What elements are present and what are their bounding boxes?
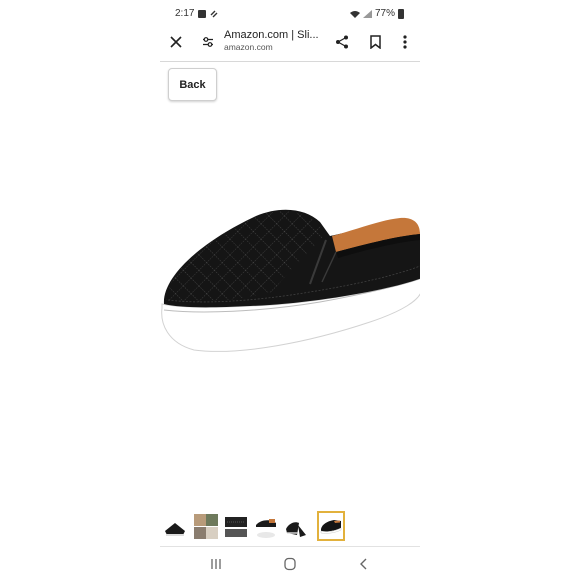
status-bar: 2:17 77% <box>160 0 420 26</box>
home-icon[interactable] <box>282 557 298 571</box>
status-time: 2:17 <box>175 8 195 19</box>
signal-icon <box>362 9 372 18</box>
share-icon[interactable] <box>332 32 352 52</box>
page-title-area[interactable]: Amazon.com | Sli... amazon.com <box>224 29 328 52</box>
thumbnail-4[interactable] <box>253 513 279 541</box>
thumbnail-3[interactable] <box>223 513 249 541</box>
thumbnail-strip <box>160 511 420 545</box>
back-nav-icon[interactable] <box>356 557 372 571</box>
phone-screen: 2:17 77% Amazon.com | Sli... amazon.com … <box>160 0 420 580</box>
thumbnail-5[interactable] <box>283 513 309 541</box>
status-time-group: 2:17 <box>175 8 218 19</box>
tune-icon[interactable] <box>198 32 218 52</box>
thumbnail-2[interactable] <box>193 513 219 541</box>
battery-icon <box>398 8 404 19</box>
thumbnail-1[interactable] <box>163 513 189 541</box>
page-domain: amazon.com <box>224 42 273 52</box>
toolbar-divider <box>160 61 420 62</box>
link-notification-icon <box>210 10 218 17</box>
page-title: Amazon.com | Sli... <box>224 29 319 41</box>
thumbnail-6-selected[interactable] <box>317 511 345 541</box>
wifi-icon <box>349 10 360 18</box>
product-image[interactable] <box>160 200 420 360</box>
status-right-group: 77% <box>349 8 404 19</box>
system-nav-bar <box>160 546 420 581</box>
gallery-notification-icon <box>198 9 207 18</box>
more-vert-icon[interactable] <box>395 32 415 52</box>
close-icon[interactable] <box>166 32 186 52</box>
recent-apps-icon[interactable] <box>208 557 224 571</box>
battery-percent: 77% <box>374 8 395 19</box>
bookmark-icon[interactable] <box>365 32 385 52</box>
back-button[interactable]: Back <box>168 68 217 101</box>
browser-toolbar: Amazon.com | Sli... amazon.com <box>160 26 420 58</box>
